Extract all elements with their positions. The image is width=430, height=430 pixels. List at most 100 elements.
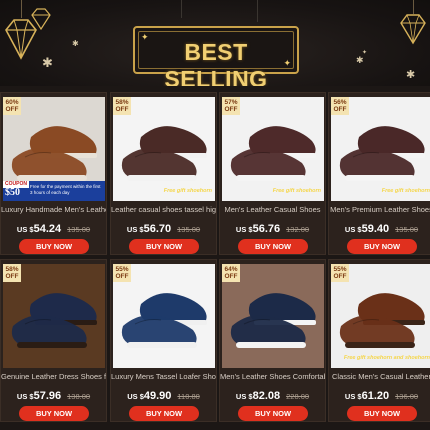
buy-now-button[interactable]: BUY NOW (238, 406, 308, 421)
snowflake-icon: ✱ (406, 69, 416, 81)
buy-now-button[interactable]: BUY NOW (347, 406, 417, 421)
price-row: US $59.40 135.00 (329, 219, 430, 237)
buy-now-button[interactable]: BUY NOW (19, 406, 89, 421)
buy-now-button[interactable]: BUY NOW (347, 239, 417, 254)
currency-label: US $ (127, 392, 144, 401)
price-row: US $82.08 228.00 (220, 386, 325, 404)
discount-badge: 57% OFF (222, 97, 240, 115)
product-name[interactable]: Leather casual shoes tassel high- (111, 205, 216, 214)
discount-percent: 60% (5, 99, 19, 106)
sale-price: 59.40 (361, 223, 390, 235)
price-row: US $57.96 138.00 (1, 386, 106, 404)
product-card[interactable]: 56% OFF Free gift shoehorn Men's Premium Le… (328, 92, 430, 255)
discount-off-label: OFF (224, 273, 238, 280)
discount-off-label: OFF (224, 106, 238, 113)
discount-off-label: OFF (115, 106, 129, 113)
discount-badge: 60% OFF (3, 97, 21, 115)
original-price: 135.00 (67, 225, 91, 234)
original-price: 228.00 (286, 392, 310, 401)
price-row: US $56.70 135.00 (111, 219, 216, 237)
currency-label: US $ (235, 225, 253, 234)
discount-off-label: OFF (333, 273, 347, 280)
hanging-string (257, 0, 258, 22)
price-row: US $56.76 132.00 (220, 219, 325, 237)
product-name[interactable]: Luxury Handmade Men's Leather (1, 205, 106, 214)
currency-label: US $ (16, 392, 34, 401)
currency-label: US $ (126, 225, 144, 234)
product-card[interactable]: 55% OFF Luxury Mens Tassel Loafer Shoes US … (110, 259, 217, 422)
price-row: US $54.24 135.00 (1, 219, 106, 237)
snowflake-icon: ✱ (356, 55, 364, 65)
product-name[interactable]: Men's Leather Shoes Comfortable (220, 372, 325, 381)
best-selling-banner: ✱ ✱ ✱ ✱ ✦ ✦ ✦ BEST SELLING (0, 0, 430, 92)
discount-percent: 58% (5, 266, 19, 273)
product-name[interactable]: Genuine Leather Dress Shoes for (1, 372, 106, 381)
sale-price: 57.96 (33, 390, 62, 402)
sale-price: 49.90 (143, 390, 172, 402)
product-card[interactable]: 57% OFF Free gift shoehorn Men's Leather Ca… (219, 92, 326, 255)
free-gift-label: Free gift shoehorn (381, 188, 430, 194)
discount-badge: 64% OFF (222, 264, 240, 282)
price-row: US $49.90 110.80 (111, 386, 216, 404)
title-frame: ✦ ✦ BEST SELLING (133, 26, 299, 92)
sale-price: 61.20 (361, 390, 390, 402)
product-name[interactable]: Men's Leather Casual Shoes (220, 205, 325, 214)
discount-badge: 56% OFF (331, 97, 349, 115)
discount-off-label: OFF (333, 106, 347, 113)
discount-percent: 64% (224, 266, 238, 273)
currency-label: US $ (235, 392, 253, 401)
product-name[interactable]: Luxury Mens Tassel Loafer Shoes (111, 372, 216, 381)
discount-badge: 58% OFF (113, 97, 131, 115)
snowflake-icon: ✱ (72, 39, 79, 48)
discount-percent: 55% (333, 266, 347, 273)
sale-price: 56.70 (143, 223, 172, 235)
product-card[interactable]: 64% OFF Men's Leather Shoes Comfortable US … (219, 259, 326, 422)
small-diamond-icon (31, 8, 51, 31)
original-price: 135.00 (177, 225, 201, 234)
sale-price: 56.76 (252, 223, 281, 235)
product-grid: 60% OFF COUPON $50 Free for the payment with… (0, 86, 430, 430)
discount-off-label: OFF (115, 273, 129, 280)
snowflake-icon: ✦ (362, 50, 368, 56)
product-name[interactable]: Men's Premium Leather Shoes (329, 205, 430, 214)
product-card[interactable]: 60% OFF COUPON $50 Free for the payment with… (0, 92, 107, 255)
free-gift-label: Free gift shoehorn (163, 188, 212, 194)
discount-badge: 55% OFF (331, 264, 349, 282)
discount-percent: 58% (115, 99, 129, 106)
hanging-string (181, 0, 182, 18)
buy-now-button[interactable]: BUY NOW (19, 239, 89, 254)
discount-off-label: OFF (5, 273, 19, 280)
product-card[interactable]: 58% OFF Free gift shoehorn Leather casual s… (110, 92, 217, 255)
discount-badge: 55% OFF (113, 264, 131, 282)
product-card[interactable]: 58% OFF Genuine Leather Dress Shoes for US … (0, 259, 107, 422)
discount-percent: 57% (224, 99, 238, 106)
free-gift-label: Free gift shoehorn and shoehorn (343, 355, 430, 361)
discount-percent: 56% (333, 99, 347, 106)
buy-now-button[interactable]: BUY NOW (129, 406, 199, 421)
discount-percent: 55% (115, 266, 129, 273)
price-row: US $61.20 136.00 (329, 386, 430, 404)
original-price: 136.00 (395, 392, 419, 401)
original-price: 132.00 (286, 225, 310, 234)
original-price: 110.80 (177, 392, 200, 401)
currency-label: US $ (344, 225, 362, 234)
original-price: 138.00 (67, 392, 91, 401)
product-card[interactable]: 55% OFF Free gift shoehorn and shoehorn Cla… (328, 259, 430, 422)
currency-label: US $ (344, 392, 362, 401)
product-name[interactable]: Classic Men's Casual Leather (329, 372, 430, 381)
sale-price: 54.24 (33, 223, 62, 235)
discount-badge: 58% OFF (3, 264, 21, 282)
snowflake-icon: ✱ (42, 55, 53, 70)
diamond-icon (400, 14, 426, 45)
sale-price: 82.08 (252, 390, 281, 402)
coupon-banner[interactable]: COUPON $50 Free for the payment within the… (3, 181, 105, 201)
coupon-amount: $50 (5, 187, 20, 198)
free-gift-label: Free gift shoehorn (272, 188, 321, 194)
discount-off-label: OFF (5, 106, 19, 113)
page-title: BEST SELLING (164, 39, 268, 92)
original-price: 135.00 (395, 225, 419, 234)
coupon-text: Free for the payment within the first 3 … (30, 184, 101, 195)
buy-now-button[interactable]: BUY NOW (238, 239, 308, 254)
buy-now-button[interactable]: BUY NOW (129, 239, 199, 254)
currency-label: US $ (16, 225, 34, 234)
